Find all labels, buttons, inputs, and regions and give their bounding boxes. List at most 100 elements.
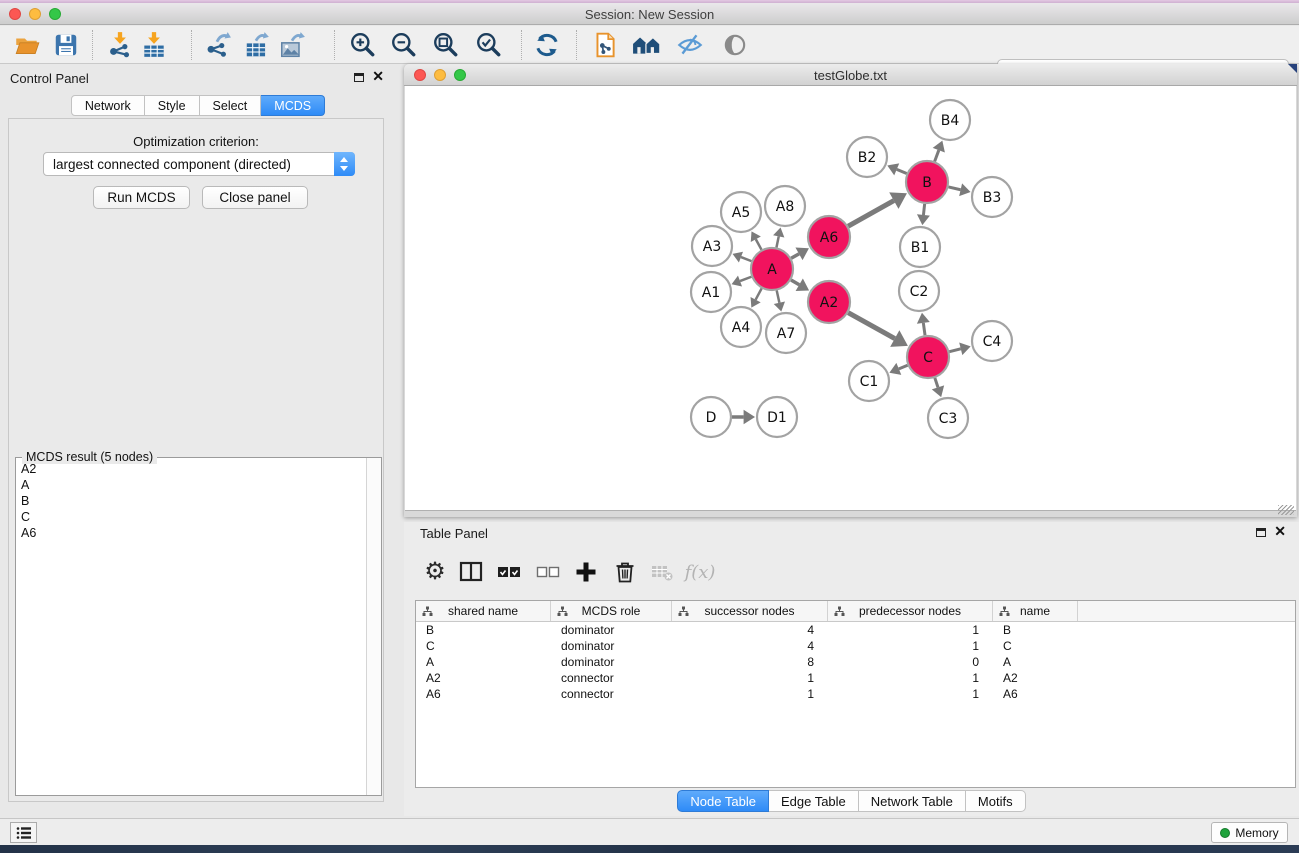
show-details-eye-icon[interactable] (718, 28, 752, 62)
table-cell[interactable]: A2 (416, 670, 551, 686)
delete-table-icon[interactable] (645, 554, 679, 590)
open-session-icon[interactable] (10, 28, 44, 62)
tab-edge-table[interactable]: Edge Table (769, 790, 859, 812)
table-cell[interactable]: C (416, 638, 551, 654)
close-panel-icon[interactable]: ✕ (372, 71, 384, 81)
table-cell[interactable]: 1 (828, 638, 993, 654)
graph-node-A1[interactable]: A1 (691, 272, 731, 312)
graph-node-A7[interactable]: A7 (766, 313, 806, 353)
table-cell[interactable]: 1 (828, 670, 993, 686)
column-header-predecessor-nodes[interactable]: predecessor nodes (828, 601, 993, 621)
graph-node-A4[interactable]: A4 (721, 307, 761, 347)
function-builder-icon[interactable]: f(x) (683, 554, 717, 590)
table-close-panel-icon[interactable]: ✕ (1274, 526, 1286, 536)
graph-node-A3[interactable]: A3 (692, 226, 732, 266)
deselect-all-rows-icon[interactable] (531, 554, 565, 590)
table-cell[interactable]: B (416, 622, 551, 638)
export-image-icon[interactable] (275, 28, 309, 62)
column-header-MCDS-role[interactable]: MCDS role (551, 601, 672, 621)
table-cell[interactable]: 0 (828, 654, 993, 670)
tab-mcds[interactable]: MCDS (261, 95, 325, 116)
table-cell[interactable]: dominator (551, 638, 672, 654)
table-row[interactable]: Bdominator41B (416, 622, 1295, 638)
table-cell[interactable]: A6 (416, 686, 551, 702)
result-list-scrollbar[interactable] (366, 458, 381, 795)
graph-node-A[interactable]: A (751, 248, 793, 290)
tab-style[interactable]: Style (145, 95, 200, 116)
new-network-doc-icon[interactable] (588, 28, 622, 62)
table-row[interactable]: Adominator80A (416, 654, 1295, 670)
table-float-panel-icon[interactable] (1256, 528, 1266, 537)
table-cell[interactable]: A (993, 654, 1078, 670)
table-cell[interactable]: 8 (672, 654, 828, 670)
float-panel-icon[interactable] (354, 73, 364, 82)
network-resize-grip[interactable] (1278, 505, 1294, 515)
graph-node-B4[interactable]: B4 (930, 100, 970, 140)
table-cell[interactable]: B (993, 622, 1078, 638)
graph-node-B2[interactable]: B2 (847, 137, 887, 177)
network-canvas[interactable]: B4B2BB3A5A8A6A3AB1A1C2A2A4A7C4CC1DD1C3 (405, 86, 1296, 511)
tab-network[interactable]: Network (71, 95, 145, 116)
graph-node-C4[interactable]: C4 (972, 321, 1012, 361)
mcds-result-item[interactable]: A6 (16, 525, 366, 541)
table-cell[interactable]: 1 (828, 622, 993, 638)
mcds-result-item[interactable]: C (16, 509, 366, 525)
mcds-result-item[interactable]: A2 (16, 461, 366, 477)
close-panel-button[interactable]: Close panel (202, 186, 308, 209)
memory-button[interactable]: Memory (1211, 822, 1288, 843)
export-network-icon[interactable] (201, 28, 235, 62)
graph-node-A2[interactable]: A2 (808, 281, 850, 323)
zoom-selected-icon[interactable] (472, 28, 506, 62)
table-cell[interactable]: dominator (551, 654, 672, 670)
task-history-button[interactable] (10, 822, 37, 843)
run-mcds-button[interactable]: Run MCDS (93, 186, 190, 209)
graph-node-C3[interactable]: C3 (928, 398, 968, 438)
column-header-name[interactable]: name (993, 601, 1078, 621)
table-row[interactable]: Cdominator41C (416, 638, 1295, 654)
hide-details-eye-icon[interactable] (673, 28, 707, 62)
zoom-in-icon[interactable] (346, 28, 380, 62)
graph-node-C2[interactable]: C2 (899, 271, 939, 311)
select-all-rows-icon[interactable] (492, 554, 526, 590)
import-network-icon[interactable] (103, 28, 137, 62)
graph-node-C[interactable]: C (907, 336, 949, 378)
tab-network-table[interactable]: Network Table (859, 790, 966, 812)
table-cell[interactable]: A (416, 654, 551, 670)
table-options-gear-icon[interactable]: ⚙ (418, 554, 452, 590)
mcds-result-item[interactable]: B (16, 493, 366, 509)
graph-node-B3[interactable]: B3 (972, 177, 1012, 217)
graph-node-C1[interactable]: C1 (849, 361, 889, 401)
import-table-icon[interactable] (137, 28, 171, 62)
graph-node-A8[interactable]: A8 (765, 186, 805, 226)
column-visibility-icon[interactable] (454, 554, 488, 590)
tab-motifs[interactable]: Motifs (966, 790, 1026, 812)
graph-node-D[interactable]: D (691, 397, 731, 437)
column-header-shared-name[interactable]: shared name (416, 601, 551, 621)
graph-node-B[interactable]: B (906, 161, 948, 203)
table-cell[interactable]: 4 (672, 638, 828, 654)
table-cell[interactable]: connector (551, 670, 672, 686)
column-header-successor-nodes[interactable]: successor nodes (672, 601, 828, 621)
criterion-dropdown[interactable]: largest connected component (directed) (43, 152, 355, 176)
export-table-icon[interactable] (240, 28, 274, 62)
home-icon[interactable] (630, 28, 664, 62)
refresh-icon[interactable] (530, 28, 564, 62)
table-cell[interactable]: 1 (672, 670, 828, 686)
table-cell[interactable]: A6 (993, 686, 1078, 702)
tab-select[interactable]: Select (200, 95, 262, 116)
dropdown-stepper-icon[interactable] (334, 152, 355, 176)
mcds-result-item[interactable]: A (16, 477, 366, 493)
save-session-icon[interactable] (49, 28, 83, 62)
table-cell[interactable]: 1 (828, 686, 993, 702)
tab-node-table[interactable]: Node Table (677, 790, 769, 812)
table-cell[interactable]: 4 (672, 622, 828, 638)
graph-node-B1[interactable]: B1 (900, 227, 940, 267)
table-cell[interactable]: dominator (551, 622, 672, 638)
table-cell[interactable]: C (993, 638, 1078, 654)
graph-node-A6[interactable]: A6 (808, 216, 850, 258)
delete-column-trash-icon[interactable] (608, 554, 642, 590)
table-row[interactable]: A2connector11A2 (416, 670, 1295, 686)
graph-node-D1[interactable]: D1 (757, 397, 797, 437)
zoom-out-icon[interactable] (387, 28, 421, 62)
table-cell[interactable]: connector (551, 686, 672, 702)
